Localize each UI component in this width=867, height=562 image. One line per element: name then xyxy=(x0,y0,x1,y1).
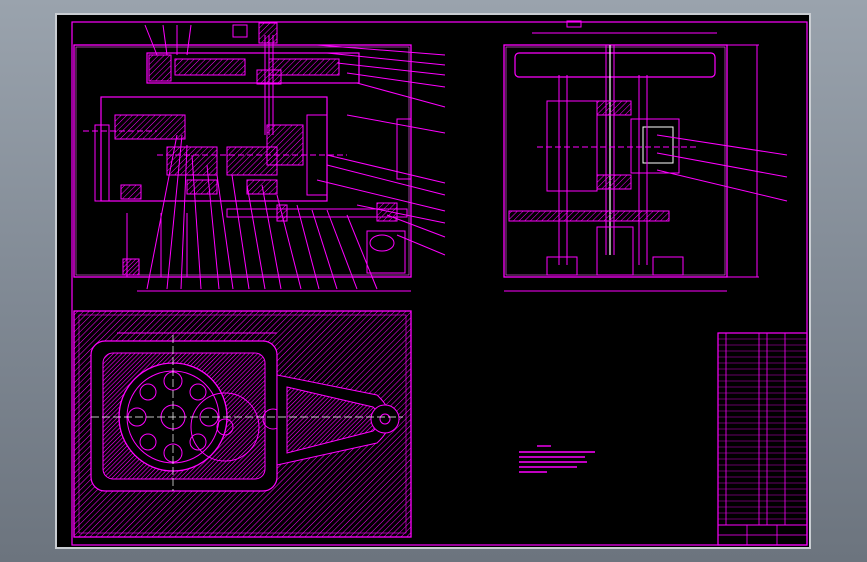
cad-drawing xyxy=(71,20,808,546)
side-section-view xyxy=(503,20,788,292)
drawing-sheet[interactable] xyxy=(55,13,811,549)
technical-notes xyxy=(519,445,595,473)
title-block xyxy=(717,332,808,546)
plan-section-view xyxy=(73,310,412,538)
front-section-view xyxy=(73,22,446,292)
